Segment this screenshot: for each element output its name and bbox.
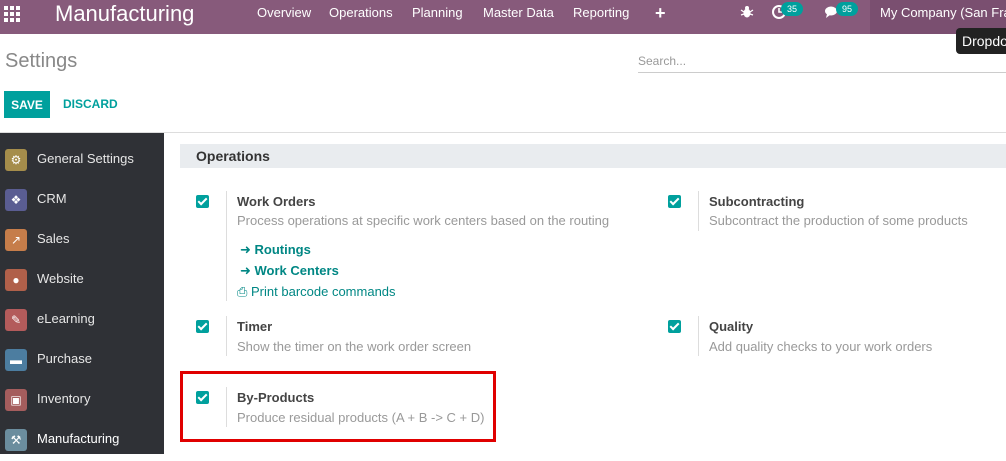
routings-link[interactable]: ➜ Routings bbox=[240, 242, 311, 258]
sidebar-item-sales[interactable]: ↗ Sales bbox=[0, 221, 164, 261]
page-title: Settings bbox=[5, 50, 78, 72]
apps-menu-icon[interactable] bbox=[4, 6, 20, 22]
sidebar-item-website[interactable]: ● Website bbox=[0, 261, 164, 301]
menu-master-data[interactable]: Master Data bbox=[483, 0, 554, 34]
sidebar-item-label: Sales bbox=[37, 231, 70, 246]
settings-sidebar: ⚙ General Settings ❖ CRM ↗ Sales ● Websi… bbox=[0, 133, 164, 454]
search-input[interactable] bbox=[638, 49, 1006, 73]
handshake-icon: ❖ bbox=[5, 189, 27, 211]
top-navbar: Manufacturing Overview Operations Planni… bbox=[0, 0, 1006, 34]
setting-divider bbox=[698, 191, 699, 231]
menu-planning[interactable]: Planning bbox=[412, 0, 463, 34]
activity-count-badge: 35 bbox=[781, 2, 803, 16]
subcontracting-checkbox[interactable] bbox=[668, 195, 681, 208]
setting-divider bbox=[226, 191, 227, 301]
work-centers-link[interactable]: ➜ Work Centers bbox=[240, 263, 339, 279]
timer-title: Timer bbox=[237, 319, 273, 334]
menu-operations[interactable]: Operations bbox=[329, 0, 393, 34]
sidebar-item-label: eLearning bbox=[37, 311, 95, 326]
work-centers-link-label: Work Centers bbox=[254, 263, 339, 278]
sidebar-item-crm[interactable]: ❖ CRM bbox=[0, 181, 164, 221]
menu-reporting[interactable]: Reporting bbox=[573, 0, 629, 34]
chart-icon: ↗ bbox=[5, 229, 27, 251]
sidebar-item-general-settings[interactable]: ⚙ General Settings bbox=[0, 141, 164, 181]
work-orders-description: Process operations at specific work cent… bbox=[237, 213, 610, 228]
menu-overview[interactable]: Overview bbox=[257, 0, 311, 34]
section-title: Operations bbox=[196, 148, 270, 164]
sidebar-item-label: CRM bbox=[37, 191, 67, 206]
bug-icon[interactable] bbox=[739, 4, 755, 20]
add-menu-icon[interactable]: + bbox=[655, 2, 666, 24]
routings-link-label: Routings bbox=[254, 242, 311, 257]
messages-count-badge: 95 bbox=[836, 2, 858, 16]
timer-description: Show the timer on the work order screen bbox=[237, 339, 472, 354]
credit-card-icon: ▬ bbox=[5, 349, 27, 371]
sidebar-item-label: Purchase bbox=[37, 351, 92, 366]
sidebar-item-label: General Settings bbox=[37, 151, 134, 166]
sidebar-item-label: Manufacturing bbox=[37, 431, 120, 446]
sidebar-item-inventory[interactable]: ▣ Inventory bbox=[0, 381, 164, 421]
subcontracting-description: Subcontract the production of some produ… bbox=[709, 213, 968, 228]
elearning-icon: ✎ bbox=[5, 309, 27, 331]
work-orders-title: Work Orders bbox=[237, 194, 316, 209]
sidebar-item-elearning[interactable]: ✎ eLearning bbox=[0, 301, 164, 341]
sidebar-item-purchase[interactable]: ▬ Purchase bbox=[0, 341, 164, 381]
discard-button[interactable]: DISCARD bbox=[63, 91, 118, 118]
print-barcode-link[interactable]: ⎙ Print barcode commands bbox=[237, 284, 396, 300]
app-brand[interactable]: Manufacturing bbox=[55, 1, 194, 27]
sidebar-item-manufacturing[interactable]: ⚒ Manufacturing bbox=[0, 421, 164, 461]
subcontracting-title: Subcontracting bbox=[709, 194, 805, 209]
quality-description: Add quality checks to your work orders bbox=[709, 339, 933, 354]
setting-divider bbox=[226, 316, 227, 356]
sidebar-item-label: Inventory bbox=[37, 391, 91, 406]
section-header: Operations bbox=[180, 144, 1006, 168]
work-orders-checkbox[interactable] bbox=[196, 195, 209, 208]
sidebar-item-label: Website bbox=[37, 271, 84, 286]
print-barcode-link-label: Print barcode commands bbox=[251, 284, 396, 299]
quality-title: Quality bbox=[709, 319, 754, 334]
save-button[interactable]: SAVE bbox=[4, 91, 50, 118]
box-icon: ▣ bbox=[5, 389, 27, 411]
timer-checkbox[interactable] bbox=[196, 320, 209, 333]
gear-icon: ⚙ bbox=[5, 149, 27, 171]
wrench-icon: ⚒ bbox=[5, 429, 27, 451]
highlight-box bbox=[180, 371, 496, 442]
setting-divider bbox=[698, 316, 699, 356]
globe-icon: ● bbox=[5, 269, 27, 291]
quality-checkbox[interactable] bbox=[668, 320, 681, 333]
